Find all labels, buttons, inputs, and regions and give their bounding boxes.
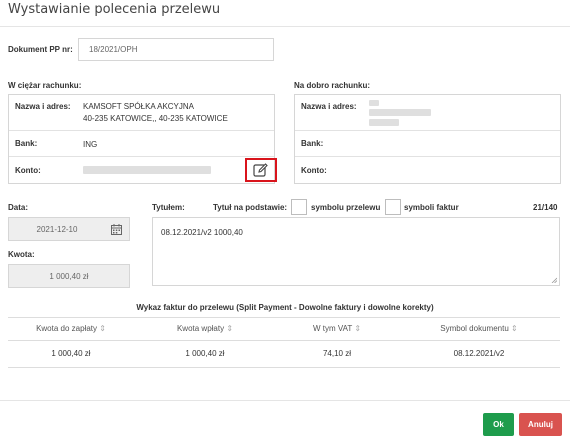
credit-name-label: Nazwa i adres: (301, 102, 357, 111)
debit-bank-row: Bank: ING (9, 131, 274, 157)
date-value: 2021-12-10 (36, 224, 78, 234)
invoice-table-caption: Wykaz faktur do przelewu (Split Payment … (136, 303, 434, 312)
column-header-document-symbol[interactable]: Symbol dokumentu ⇕ (398, 324, 560, 333)
debit-account-header: W ciężar rachunku: (8, 81, 82, 90)
transfer-title-value: 08.12.2021/v2 1000,40 (161, 228, 243, 237)
debit-bank-value: ING (83, 140, 98, 149)
debit-name-line1: KAMSOFT SPÓŁKA AKCYJNA (83, 102, 194, 111)
sort-icon: ⇕ (99, 324, 106, 333)
debit-account-label: Konto: (15, 166, 41, 175)
date-label: Data: (8, 203, 29, 212)
amount-field[interactable]: 1 000,40 zł (8, 264, 130, 288)
column-header-payment-amount[interactable]: Kwota wpłaty ⇕ (134, 324, 276, 333)
edit-icon[interactable] (253, 163, 269, 177)
debit-name-row: Nazwa i adres: KAMSOFT SPÓŁKA AKCYJNA 40… (9, 95, 274, 131)
transfer-title-textarea[interactable]: 08.12.2021/v2 1000,40 (152, 217, 560, 286)
credit-name-redacted-2 (369, 109, 431, 116)
debit-account-number-redacted (83, 166, 211, 174)
calendar-icon[interactable] (111, 224, 122, 237)
debit-name-label: Nazwa i adres: (15, 102, 71, 111)
title-divider (0, 26, 570, 27)
credit-name-redacted-3 (369, 119, 399, 126)
debit-name-line2: 40-235 KATOWICE,, 40-235 KATOWICE (83, 114, 228, 123)
credit-bank-label: Bank: (301, 139, 324, 148)
table-row[interactable]: 1 000,40 zł 1 000,40 zł 74,10 zł 08.12.2… (8, 341, 560, 367)
credit-bank-row: Bank: (295, 131, 560, 157)
cell-amount-due: 1 000,40 zł (51, 349, 91, 358)
option-transfer-symbol-label: symbolu przelewu (311, 203, 381, 212)
checkbox-invoice-symbols[interactable] (385, 199, 401, 215)
amount-label: Kwota: (8, 250, 35, 259)
sort-icon: ⇕ (354, 324, 362, 333)
date-field[interactable]: 2021-12-10 (8, 217, 130, 241)
checkbox-transfer-symbol[interactable] (291, 199, 307, 215)
dialog-title: Wystawianie polecenia przelewu (8, 2, 221, 17)
invoice-table-header: Kwota do zapłaty ⇕ Kwota wpłaty ⇕ W tym … (8, 318, 560, 339)
ok-button[interactable]: Ok (483, 413, 514, 436)
credit-account-label: Konto: (301, 166, 327, 175)
debit-bank-label: Bank: (15, 139, 38, 148)
credit-account-row: Konto: (295, 157, 560, 184)
document-number-label: Dokument PP nr: (8, 45, 73, 54)
document-number-field[interactable]: 18/2021/OPH (78, 38, 274, 61)
column-header-amount-due[interactable]: Kwota do zapłaty ⇕ (8, 324, 134, 333)
resize-handle-icon[interactable] (551, 277, 557, 283)
cell-payment-amount: 1 000,40 zł (185, 349, 225, 358)
cancel-button[interactable]: Anuluj (519, 413, 562, 436)
sort-icon: ⇕ (226, 324, 234, 333)
credit-name-redacted-1 (369, 100, 379, 106)
table-bottom-border (8, 367, 560, 368)
footer-divider (0, 400, 570, 401)
option-invoice-symbols-label: symboli faktur (404, 203, 459, 212)
debit-account-row: Konto: (9, 157, 274, 184)
title-basis-label: Tytuł na podstawie: (213, 203, 288, 212)
debit-account-panel: Nazwa i adres: KAMSOFT SPÓŁKA AKCYJNA 40… (8, 94, 275, 184)
cell-document-symbol: 08.12.2021/v2 (453, 349, 505, 358)
credit-name-row: Nazwa i adres: (295, 95, 560, 131)
title-char-counter: 21/140 (533, 203, 558, 212)
credit-account-header: Na dobro rachunku: (294, 81, 371, 90)
sort-icon: ⇕ (511, 324, 518, 333)
cell-vat: 74,10 zł (322, 349, 352, 358)
credit-account-panel: Nazwa i adres: Bank: Konto: (294, 94, 561, 184)
column-header-vat[interactable]: W tym VAT ⇕ (276, 324, 398, 333)
transfer-title-label: Tytułem: (152, 203, 185, 212)
